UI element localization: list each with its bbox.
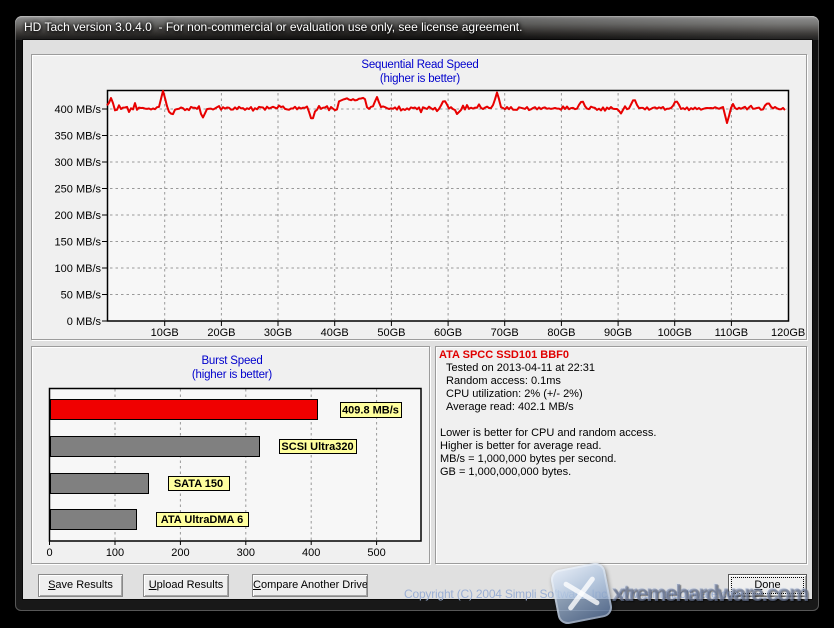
svg-text:300 MB/s: 300 MB/s [55, 157, 102, 169]
svg-text:10GB: 10GB [151, 327, 179, 339]
svg-text:60GB: 60GB [434, 327, 462, 339]
svg-text:40GB: 40GB [321, 327, 349, 339]
svg-text:SCSI Ultra320: SCSI Ultra320 [281, 441, 353, 453]
svg-text:(higher is better): (higher is better) [192, 369, 272, 381]
svg-text:200: 200 [171, 547, 189, 559]
svg-text:Burst Speed: Burst Speed [201, 355, 262, 367]
svg-text:110GB: 110GB [715, 327, 748, 339]
svg-text:SATA 150: SATA 150 [174, 478, 223, 490]
svg-text:409.8 MB/s: 409.8 MB/s [342, 405, 399, 417]
svg-text:(higher is better): (higher is better) [380, 73, 460, 85]
svg-text:0 MB/s: 0 MB/s [67, 316, 102, 328]
svg-text:300: 300 [237, 547, 255, 559]
svg-text:250 MB/s: 250 MB/s [55, 184, 102, 196]
svg-text:20GB: 20GB [207, 327, 235, 339]
svg-text:80GB: 80GB [547, 327, 575, 339]
svg-text:100 MB/s: 100 MB/s [55, 263, 102, 275]
svg-text:50GB: 50GB [377, 327, 405, 339]
svg-text:90GB: 90GB [604, 327, 632, 339]
svg-text:100: 100 [106, 547, 124, 559]
svg-text:150 MB/s: 150 MB/s [55, 237, 102, 249]
svg-text:200 MB/s: 200 MB/s [55, 210, 102, 222]
svg-text:30GB: 30GB [264, 327, 292, 339]
svg-text:Sequential Read Speed: Sequential Read Speed [361, 59, 478, 71]
svg-text:0: 0 [46, 547, 52, 559]
svg-text:ATA UltraDMA 6: ATA UltraDMA 6 [161, 514, 244, 526]
svg-text:120GB: 120GB [771, 327, 805, 339]
svg-text:500: 500 [367, 547, 385, 559]
svg-text:350 MB/s: 350 MB/s [55, 131, 102, 143]
svg-text:100GB: 100GB [658, 327, 692, 339]
svg-text:400 MB/s: 400 MB/s [55, 104, 102, 116]
svg-text:400: 400 [302, 547, 320, 559]
svg-text:70GB: 70GB [491, 327, 519, 339]
svg-text:50 MB/s: 50 MB/s [61, 290, 102, 302]
